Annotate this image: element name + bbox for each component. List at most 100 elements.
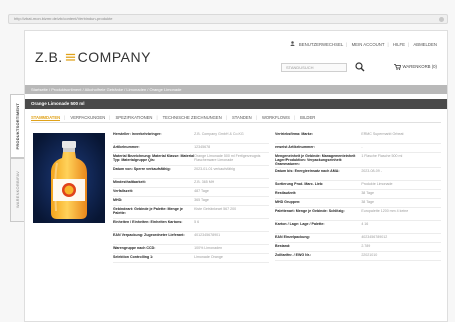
detail-value: 1 Flasche Flasche 500 ml <box>361 154 403 158</box>
detail-row: Vertriebsfirma: Marke: ERMC Supermarkt Or… <box>275 131 441 144</box>
detail-row: Karton / Lage: Lage / Palette: 4 16 <box>275 221 441 234</box>
detail-row: Gebindeart: Gebinde je Palette: Menge je… <box>113 206 269 219</box>
detail-row: erweist Artikelnummer: - <box>275 144 441 153</box>
detail-label: Datum bis: Energieeinsatz nach AMA: <box>275 168 340 173</box>
nav-help[interactable]: HILFE <box>393 42 405 47</box>
product-tabs: STAMMDATEN | VERPACKUNGEN | SPEZIFIKATIONE… <box>31 113 441 123</box>
detail-value: Kiste Getränkeart 567 200 <box>194 207 237 211</box>
side-tab-label: PRODUKTSORTIMENT <box>15 102 20 150</box>
detail-label: MHD Gruppen: <box>275 199 301 204</box>
detail-label: Restlaufzeit: <box>275 190 297 195</box>
side-tab-label: WARENKORB/FAV <box>15 171 20 209</box>
detail-label: Zolltarifnr. / EWG Nr.: <box>275 252 312 257</box>
detail-label: Palettenart: Menge je Gebinde: Schlitzig… <box>275 208 345 213</box>
detail-value: 5 6 <box>194 220 200 224</box>
orange-bottle-image <box>33 133 105 223</box>
detail-row: Bestand: 2.789 <box>275 243 441 252</box>
detail-label: Gebindeart: Gebinde je Palette: Menge je… <box>113 207 183 216</box>
detail-label: Einheiten / Einheiten: Einheiten Kartons… <box>113 220 183 224</box>
detail-label: EAN Verpackung: Zugeordneter Lieferant: <box>113 233 185 237</box>
detail-label: MHD: <box>113 198 123 202</box>
detail-value: 38 Tage <box>361 199 375 204</box>
tab-technical-drawings[interactable]: TECHNISCHE ZEICHNUNGEN <box>163 115 222 120</box>
detail-row: Selektion Controlling 1: Limonade Orange <box>113 254 269 263</box>
address-bar[interactable]: http://zbat-mon.bizmr.de/zb/content/Verb… <box>8 14 448 24</box>
company-logo[interactable]: Z.B. COMPANY <box>35 49 151 65</box>
url-text: http://zbat-mon.bizmr.de/zb/content/Verb… <box>14 16 113 21</box>
logo-text-right: COMPANY <box>77 49 151 65</box>
detail-value: 100% Limonaden <box>194 246 223 250</box>
side-tab-product-range[interactable]: PRODUKTSORTIMENT <box>10 94 24 158</box>
cart-button[interactable]: WARENKORB (0) <box>393 64 437 70</box>
detail-value: Z.B. Company GmbH & Co.KG <box>194 132 244 136</box>
tab-master-data[interactable]: STAMMDATEN <box>31 115 61 121</box>
tab-packaging[interactable]: VERPACKUNGEN <box>70 115 105 120</box>
web-page: Z.B. COMPANY BENUTZERWECHSEL | MEIN ACCOUN… <box>24 30 448 322</box>
detail-value: 2023-01-01 verkaufsfähig <box>194 167 235 171</box>
side-tabs: PRODUKTSORTIMENT WARENKORB/FAV <box>10 94 24 222</box>
detail-value: 2.789 <box>361 243 371 248</box>
detail-value: 365 Tage <box>194 198 209 202</box>
detail-label: EAN Einzelpackung: <box>275 234 310 239</box>
detail-row: Warengruppe nach CCD: 100% Limonaden <box>113 245 269 254</box>
product-image[interactable] <box>33 133 105 223</box>
detail-row: MHD: 365 Tage <box>113 197 269 206</box>
search-icon[interactable] <box>355 62 365 72</box>
detail-value: 22021010 <box>361 252 378 257</box>
cart-label: WARENKORB (0) <box>402 64 437 69</box>
detail-label: erweist Artikelnummer: <box>275 145 315 149</box>
browser-window: http://zbat-mon.bizmr.de/zb/content/Verb… <box>0 0 455 322</box>
detail-value: 12345678 <box>194 145 211 149</box>
tab-specifications[interactable]: SPEZIFIKATIONEN <box>116 115 153 120</box>
tab-workflows[interactable]: WORKFLOWS <box>262 115 290 120</box>
side-tab-cart[interactable]: WARENKORB/FAV <box>10 158 24 222</box>
detail-value: 2023-08-09 - <box>361 168 382 173</box>
nav-switch-user[interactable]: BENUTZERWECHSEL <box>299 42 343 47</box>
top-navigation: BENUTZERWECHSEL | MEIN ACCOUNT | HILFE | AB… <box>290 41 437 47</box>
detail-label: Karton / Lage: Lage / Palette: <box>275 221 325 226</box>
detail-label: Artikelnummer: <box>113 145 140 149</box>
detail-label: Bestand: <box>275 243 291 248</box>
detail-value: 4023456789012 <box>361 234 388 239</box>
detail-value: Orange Limonade 500 ml Fertigerzeugnis F… <box>194 154 261 163</box>
product-title: Orange Limonade 500 ml <box>25 99 447 109</box>
tab-images[interactable]: BILDER <box>300 115 315 120</box>
detail-label: Selektion Controlling 1: <box>113 255 154 259</box>
detail-value: Z.B. 365 MH <box>194 180 215 184</box>
details-left-column: Hersteller: Inverkehrbringer: Z.B. Compan… <box>113 131 269 263</box>
logo-text-left: Z.B. <box>35 49 63 65</box>
detail-label: Mengeneinheit je Gebinde: Managementeinh… <box>275 154 356 167</box>
detail-value: Limonade Orange <box>194 255 223 259</box>
breadcrumb[interactable]: Startseite / Produktsortiment / Alkoholf… <box>25 85 447 94</box>
detail-label: Material Bezeichnung: Material Klasse: M… <box>113 154 195 163</box>
detail-value: Produkte Limonade <box>361 181 393 186</box>
nav-my-account[interactable]: MEIN ACCOUNT <box>352 42 385 47</box>
detail-value: 4 16 <box>361 221 369 226</box>
logo-mark-icon <box>65 53 75 61</box>
detail-row: Einheiten / Einheiten: Einheiten Kartons… <box>113 219 269 232</box>
detail-row: EAN Einzelpackung: 4023456789012 <box>275 234 441 243</box>
detail-row: Material Bezeichnung: Material Klasse: M… <box>113 153 269 166</box>
detail-row: Restlaufzeit: 38 Tage <box>275 190 441 199</box>
detail-value: 38 Tage <box>361 190 375 195</box>
detail-row: Hersteller: Inverkehrbringer: Z.B. Compan… <box>113 131 269 144</box>
detail-label: Hersteller: Inverkehrbringer: <box>113 132 162 136</box>
detail-value: 487 Tage <box>194 189 209 193</box>
search-input[interactable]: STANDUSUCH <box>281 63 347 72</box>
detail-value: 4012345678901 <box>194 233 221 237</box>
detail-label: Verfallszeit: <box>113 189 133 193</box>
detail-row: MHD Gruppen: 38 Tage <box>275 199 441 208</box>
detail-label: Mindesthaltbarkeit: <box>113 180 146 184</box>
detail-value: ERMC Supermarkt Orbeat <box>361 132 404 136</box>
detail-row: Artikelnummer: 12345678 <box>113 144 269 153</box>
detail-label: Warengruppe nach CCD: <box>113 246 156 250</box>
detail-row: Datum von: Sperre verkaufsfähig: 2023-01-… <box>113 166 269 179</box>
search-placeholder: STANDUSUCH <box>286 65 314 70</box>
detail-label: Sortierung Prod. Marc. Lieb: <box>275 181 324 186</box>
reload-icon[interactable] <box>439 17 444 22</box>
detail-row: EAN Verpackung: Zugeordneter Lieferant: 4… <box>113 232 269 245</box>
detail-row: Sortierung Prod. Marc. Lieb: Produkte Lim… <box>275 181 441 190</box>
tab-status[interactable]: STANDEN <box>232 115 252 120</box>
detail-row: Mindesthaltbarkeit: Z.B. 365 MH <box>113 179 269 188</box>
nav-logout[interactable]: ABMELDEN <box>413 42 437 47</box>
